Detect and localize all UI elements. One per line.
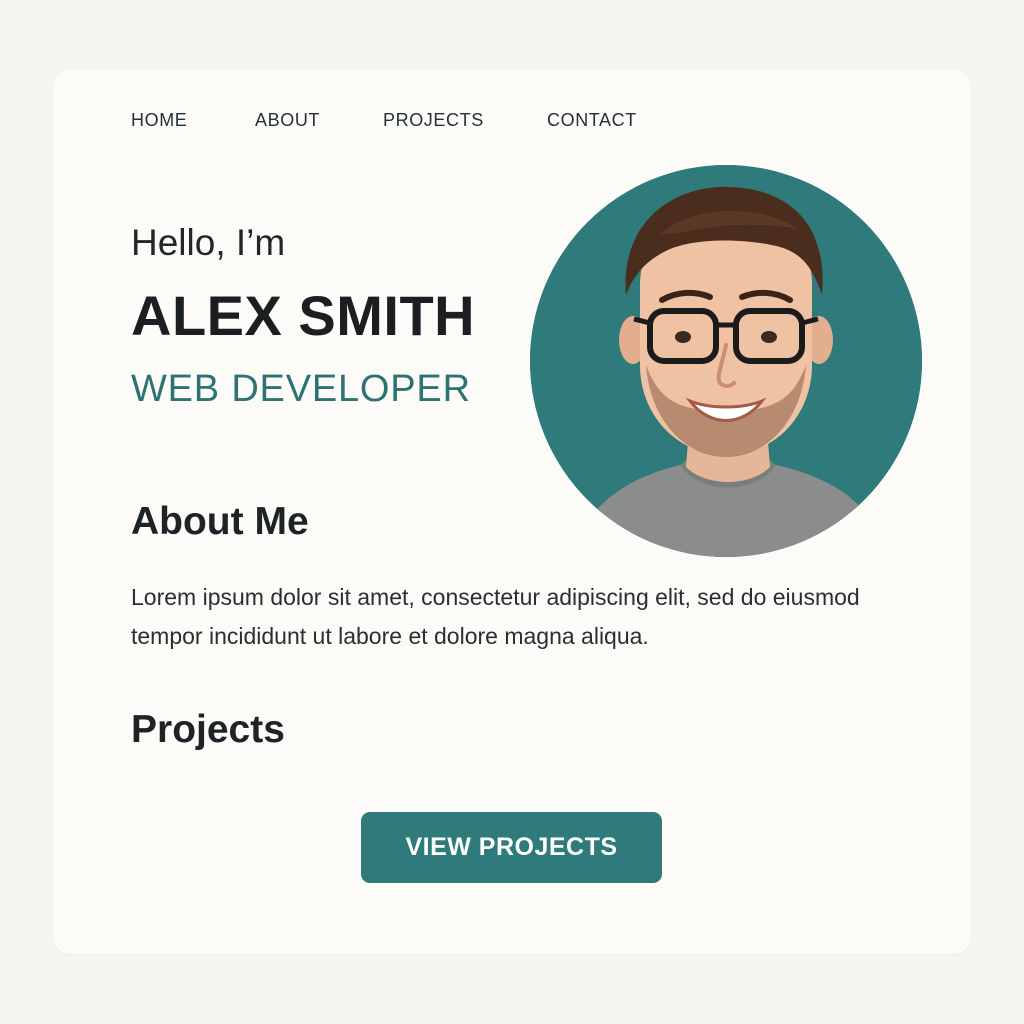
hero-name: ALEX SMITH (131, 284, 476, 347)
nav-home-link[interactable]: HOME (131, 110, 187, 131)
nav-about-link[interactable]: ABOUT (255, 110, 320, 131)
portfolio-card: HOME ABOUT PROJECTS CONTACT Hello, I’m A… (53, 70, 971, 954)
about-paragraph: Lorem ipsum dolor sit amet, consectetur … (131, 584, 860, 649)
nav-projects-link[interactable]: PROJECTS (383, 110, 484, 131)
nav-contact-link[interactable]: CONTACT (547, 110, 637, 131)
hero-greeting: Hello, I’m (131, 222, 286, 263)
view-projects-button[interactable]: VIEW PROJECTS (361, 812, 662, 883)
about-heading: About Me (131, 500, 309, 543)
profile-photo-icon (530, 165, 922, 557)
hero-role: WEB DEVELOPER (131, 368, 471, 410)
avatar (530, 165, 922, 557)
projects-heading: Projects (131, 708, 285, 751)
